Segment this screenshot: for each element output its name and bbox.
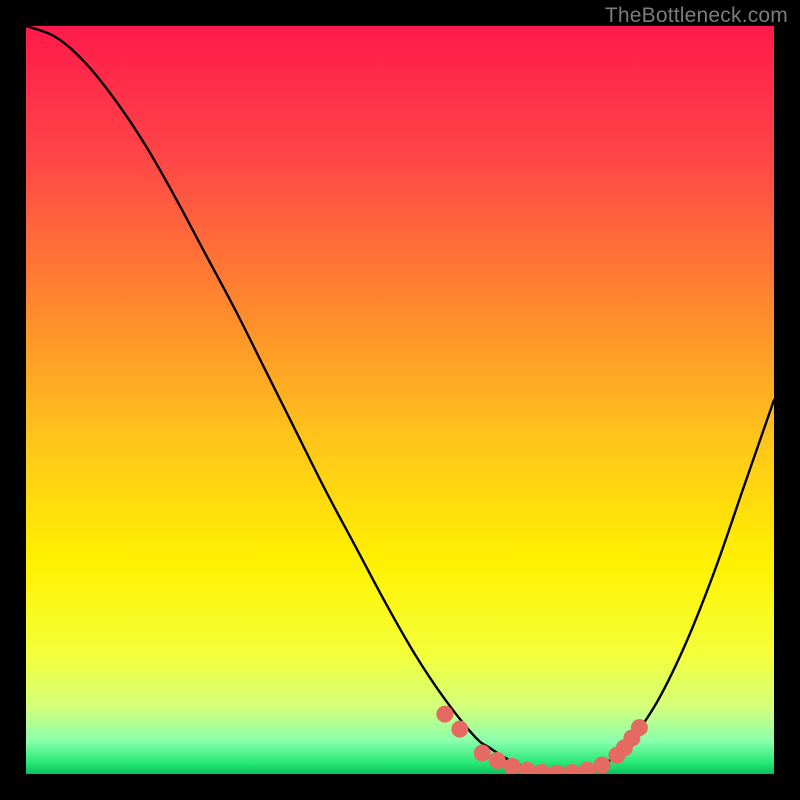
watermark-text: TheBottleneck.com (605, 4, 788, 28)
highlight-dot (474, 745, 491, 762)
chart-frame (26, 26, 774, 774)
highlight-dot (436, 706, 453, 723)
highlight-dot (593, 757, 610, 774)
gradient-background (26, 26, 774, 774)
highlight-dot (631, 719, 648, 736)
highlight-dot (489, 752, 506, 769)
highlight-dot (451, 721, 468, 738)
bottleneck-chart (26, 26, 774, 774)
